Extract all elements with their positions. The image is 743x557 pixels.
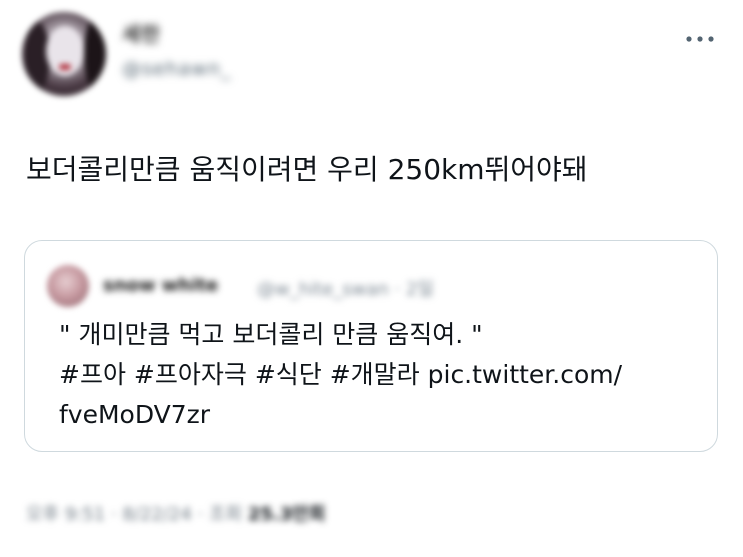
avatar-hair-right	[84, 18, 106, 90]
hashtag-link[interactable]: #개말라	[330, 360, 420, 389]
hashtag-link[interactable]: #식단	[255, 360, 322, 389]
quoted-tweet-text: " 개미만큼 먹고 보더콜리 만큼 움직여. " #프아 #프아자극 #식단 #…	[59, 315, 699, 435]
quoted-text-line2: #프아 #프아자극 #식단 #개말라 pic.twitter.com/	[59, 355, 699, 395]
quoted-tweet-card[interactable]: snow white @w_hite_swan · 2일 " 개미만큼 먹고 보…	[24, 240, 718, 452]
tweet-meta: 오후 9:51 · 8/22/24 · 조회 25.3만회	[26, 500, 325, 526]
quoted-author-avatar	[47, 265, 89, 307]
quoted-text-line3: fveMoDV7zr	[59, 395, 699, 435]
tweet-timestamp[interactable]: 오후 9:51 · 8/22/24 · 조회	[26, 504, 242, 525]
quoted-author-name: snow white	[103, 275, 219, 296]
hashtag-link[interactable]: #프아자극	[134, 360, 247, 389]
avatar-mouth	[59, 64, 71, 70]
pic-link-part1[interactable]: pic.twitter.com/	[428, 360, 622, 389]
more-horizontal-icon	[686, 36, 714, 42]
author-handle[interactable]: @sehawn_	[122, 58, 231, 80]
tweet-view-count: 25.3만회	[247, 504, 326, 525]
tweet-text: 보더콜리만큼 움직이려면 우리 250km뛰어야돼	[26, 153, 588, 186]
hashtag-link[interactable]: #프아	[59, 360, 126, 389]
quoted-text-line1: " 개미만큼 먹고 보더콜리 만큼 움직여. "	[59, 320, 483, 349]
quoted-author-handle: @w_hite_swan · 2일	[257, 279, 434, 300]
author-display-name[interactable]: 세란	[122, 18, 161, 47]
author-avatar[interactable]	[22, 12, 106, 96]
pic-link-part2[interactable]: fveMoDV7zr	[59, 400, 210, 429]
more-options-button[interactable]	[680, 24, 720, 54]
